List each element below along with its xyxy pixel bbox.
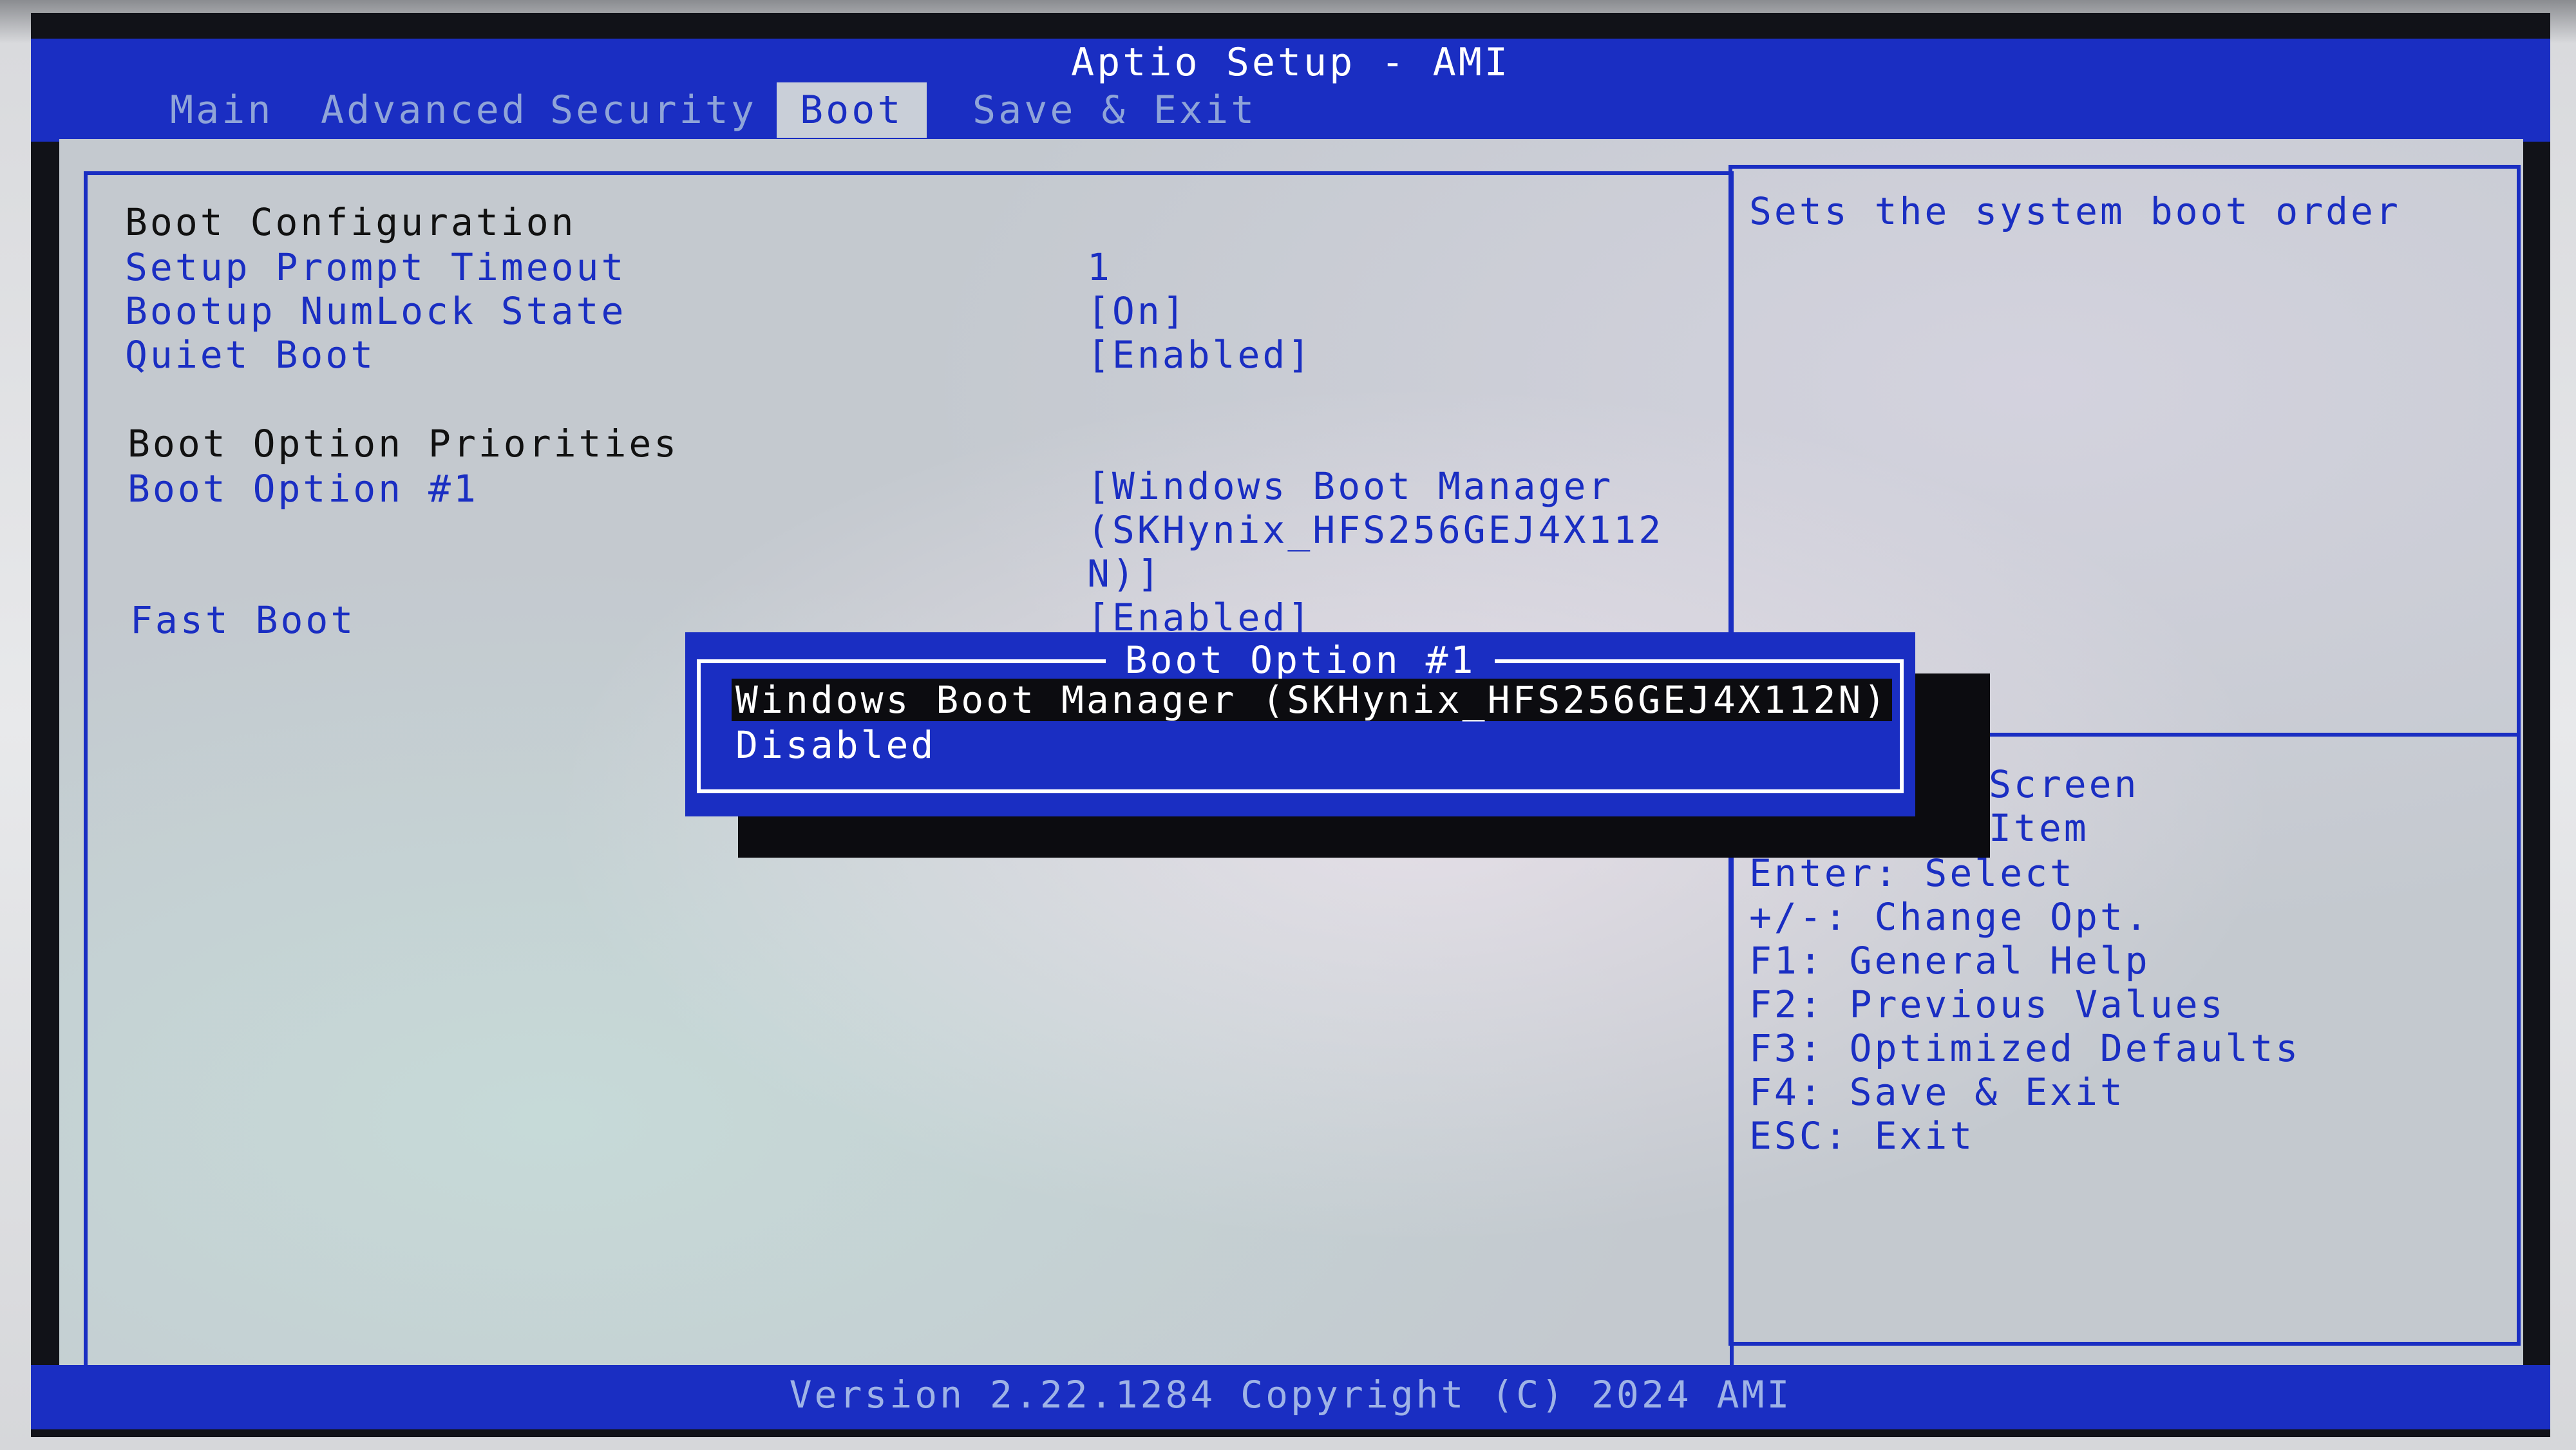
tab-main[interactable]: Main [147, 82, 297, 138]
help-description: Sets the system boot order [1749, 189, 2401, 233]
help-key-esc: ESC: Exit [1749, 1114, 1975, 1158]
bootup-numlock-label[interactable]: Bootup NumLock State [125, 288, 626, 334]
help-key-f3: F3: Optimized Defaults [1749, 1026, 2301, 1070]
help-key-item: Item [1989, 806, 2089, 850]
boot-option-1-value[interactable]: [Windows Boot Manager [1087, 464, 1613, 509]
boot-configuration-heading: Boot Configuration [125, 200, 576, 244]
boot-option-1-label[interactable]: Boot Option #1 [128, 466, 478, 511]
quiet-boot-label[interactable]: Quiet Boot [125, 332, 375, 377]
help-key-enter: Enter: Select [1749, 851, 2075, 895]
help-key-change: +/-: Change Opt. [1749, 895, 2150, 939]
help-key-f1: F1: General Help [1749, 939, 2150, 983]
popup-title: Boot Option #1 [685, 637, 1915, 683]
fast-boot-label[interactable]: Fast Boot [130, 598, 355, 643]
help-key-screen: Screen [1989, 762, 2139, 806]
popup-option-disabled[interactable]: Disabled [735, 724, 936, 766]
help-key-f2: F2: Previous Values [1749, 983, 2226, 1026]
boot-option-1-value-end: N)] [1087, 552, 1162, 596]
footer-version: Version 2.22.1284 Copyright (C) 2024 AMI [789, 1373, 1792, 1417]
tab-security[interactable]: Security [527, 82, 780, 138]
setup-prompt-timeout-value[interactable]: 1 [1087, 245, 1112, 290]
boot-priorities-heading: Boot Option Priorities [128, 422, 679, 466]
bootup-numlock-value[interactable]: [On] [1087, 288, 1188, 334]
quiet-boot-value[interactable]: [Enabled] [1087, 332, 1312, 377]
tab-advanced[interactable]: Advanced [298, 82, 551, 138]
help-key-f4: F4: Save & Exit [1749, 1070, 2125, 1114]
tab-save-exit[interactable]: Save & Exit [949, 82, 1280, 138]
bios-screen: Aptio Setup - AMI Main Advanced Security… [31, 13, 2550, 1437]
window-title: Aptio Setup - AMI [1070, 40, 1511, 85]
popup-title-text: Boot Option #1 [1105, 638, 1495, 682]
setup-prompt-timeout-label[interactable]: Setup Prompt Timeout [125, 245, 626, 290]
tab-boot[interactable]: Boot [777, 82, 927, 138]
boot-option-1-value-cont: (SKHynix_HFS256GEJ4X112 [1087, 508, 1664, 552]
popup-option-windows-boot-manager[interactable]: Windows Boot Manager (SKHynix_HFS256GEJ4… [732, 679, 1893, 721]
